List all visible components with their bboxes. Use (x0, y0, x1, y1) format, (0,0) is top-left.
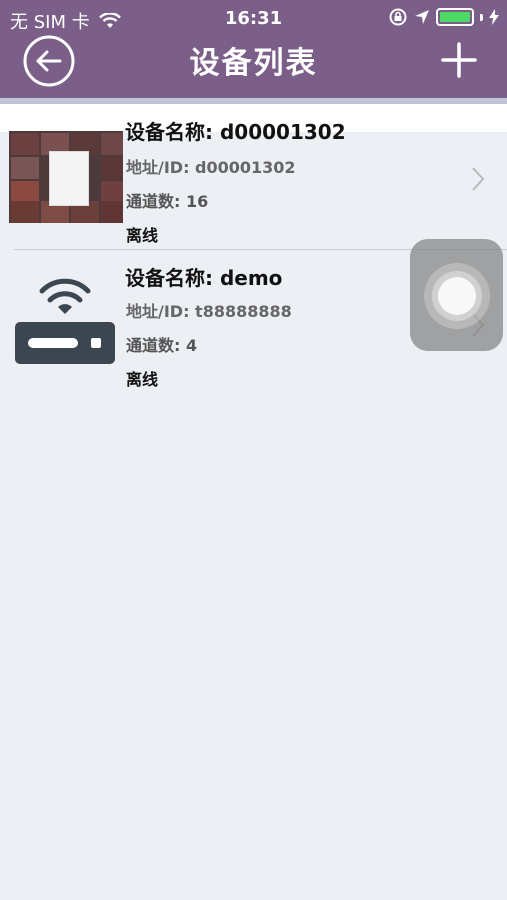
device-name: 设备名称: d00001302 (125, 120, 346, 144)
device-address: 地址/ID: d00001302 (126, 158, 296, 177)
assistive-touch-core (438, 277, 476, 315)
status-right-icons (388, 7, 499, 27)
device-channels: 通道数: 16 (126, 192, 209, 211)
device-address: 地址/ID: t88888888 (126, 302, 292, 321)
thumbnail-document (49, 151, 89, 206)
battery-icon (436, 8, 474, 26)
device-status: 离线 (126, 226, 159, 245)
rotation-lock-icon (389, 8, 407, 26)
chevron-right-icon (472, 167, 485, 191)
device-status: 离线 (126, 370, 159, 389)
battery-fill (440, 12, 470, 22)
page-title: 设备列表 (189, 46, 318, 81)
router-icon (15, 278, 115, 364)
device-channels: 通道数: 4 (126, 336, 198, 355)
charging-bolt-icon (489, 9, 499, 25)
status-bar: 无 SIM 卡 16:31 (0, 0, 507, 40)
location-arrow-icon (415, 10, 429, 24)
device-name: 设备名称: demo (125, 266, 283, 290)
camera-thumbnail (9, 131, 123, 223)
device-row[interactable]: 设备名称: d00001302 地址/ID: d00001302 通道数: 16… (0, 104, 507, 249)
battery-tip (480, 13, 483, 21)
add-device-button[interactable] (441, 42, 477, 78)
assistive-touch-button[interactable] (410, 239, 503, 351)
